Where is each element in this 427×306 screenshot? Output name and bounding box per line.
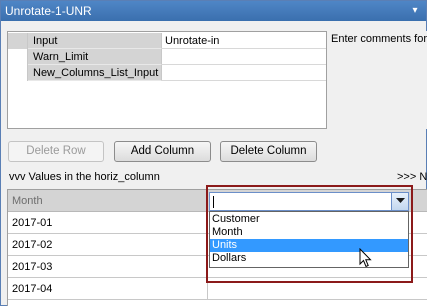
param-key: Input (28, 33, 162, 49)
column-combobox[interactable] (209, 192, 409, 211)
text-caret (213, 196, 214, 209)
dropdown-option-customer[interactable]: Customer (210, 213, 408, 226)
parameter-grid: Input Unrotate-in Warn_Limit New_Columns… (7, 31, 327, 129)
param-value[interactable] (162, 65, 326, 81)
row-header[interactable] (8, 49, 28, 65)
table-cell[interactable]: 2017-03 (8, 256, 208, 278)
delete-column-button[interactable]: Delete Column (220, 141, 317, 162)
column-header-month[interactable]: Month (8, 190, 208, 212)
dropdown-option-month[interactable]: Month (210, 226, 408, 239)
table-cell[interactable]: 2017-02 (8, 234, 208, 256)
values-section-label: vvv Values in the horiz_column (9, 171, 160, 183)
section-right-label: >>> N (397, 171, 427, 183)
combobox-input[interactable] (213, 195, 214, 209)
param-row-new-columns-list-input[interactable]: New_Columns_List_Input (8, 65, 326, 81)
param-value[interactable] (162, 49, 326, 65)
window-menu-icon[interactable]: ▾ (408, 4, 422, 18)
row-header[interactable] (8, 65, 28, 81)
combobox-dropdown: Customer Month Units Dollars (209, 211, 409, 268)
param-row-warn-limit[interactable]: Warn_Limit (8, 49, 326, 65)
row-header[interactable] (8, 33, 28, 49)
title-bar: Unrotate-1-UNR ▾ (1, 1, 426, 21)
param-row-input[interactable]: Input Unrotate-in (8, 33, 326, 49)
delete-row-button[interactable]: Delete Row (8, 141, 104, 162)
param-key: New_Columns_List_Input (28, 65, 162, 81)
dropdown-option-dollars[interactable]: Dollars (210, 252, 408, 265)
add-column-button[interactable]: Add Column (114, 141, 211, 162)
unrotate-window: Unrotate-1-UNR ▾ Input Unrotate-in Warn_… (0, 0, 427, 306)
param-value[interactable]: Unrotate-in (162, 33, 326, 49)
window-title: Unrotate-1-UNR (5, 4, 92, 18)
param-key: Warn_Limit (28, 49, 162, 65)
comments-field[interactable]: Enter comments for t (331, 31, 427, 129)
mouse-cursor-icon (359, 248, 372, 268)
table-cell[interactable]: 2017-01 (8, 212, 208, 234)
table-cell[interactable]: 2017-04 (8, 278, 208, 300)
chevron-down-icon[interactable] (391, 193, 408, 210)
dropdown-option-units[interactable]: Units (210, 239, 408, 252)
